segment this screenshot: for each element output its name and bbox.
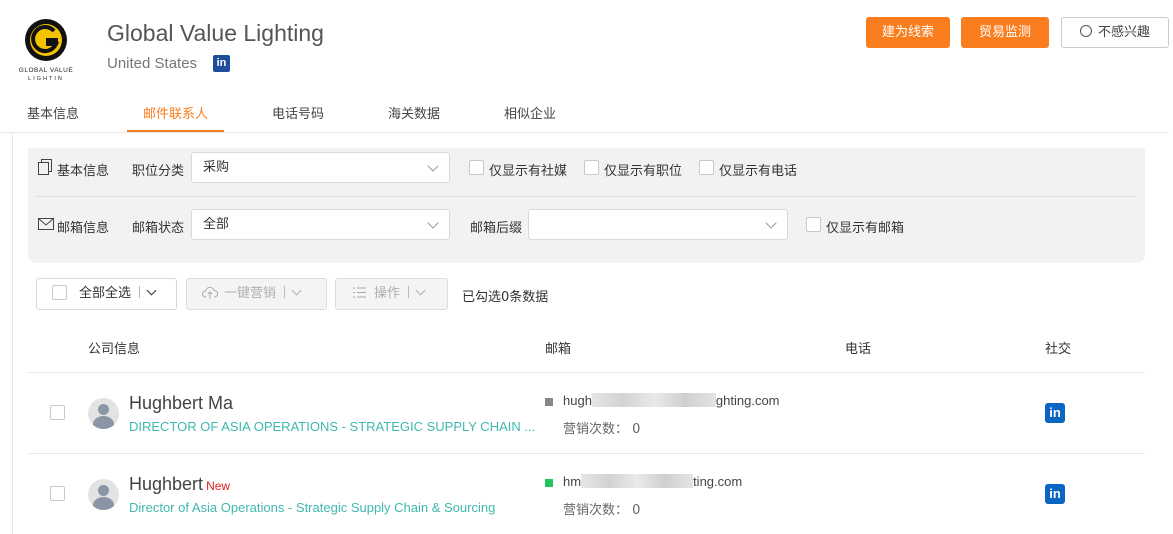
basic-info-section-label: 基本信息: [57, 164, 110, 179]
marketing-count-value: 0: [632, 503, 641, 518]
tab-basic-info[interactable]: 基本信息: [27, 103, 79, 122]
only-social-checkbox[interactable]: [469, 160, 484, 175]
create-lead-button[interactable]: 建为线索: [866, 17, 950, 48]
header-email: 邮箱: [545, 342, 572, 357]
header-company-info: 公司信息: [88, 342, 141, 357]
frown-face-icon: [1079, 25, 1092, 37]
company-name: Global Value Lighting: [107, 20, 324, 46]
only-email-label: 仅显示有邮箱: [826, 221, 905, 236]
list-icon: [353, 280, 366, 310]
only-position-label: 仅显示有职位: [604, 164, 683, 179]
chevron-down-icon: [291, 285, 302, 296]
email-info-section-label: 邮箱信息: [57, 221, 110, 236]
contact-name[interactable]: Hughbert Ma: [129, 393, 233, 414]
email-redaction: [581, 474, 694, 488]
trade-monitor-button[interactable]: 贸易监测: [961, 17, 1049, 48]
active-tab-indicator: [127, 130, 224, 132]
email-status-indicator: [545, 398, 553, 406]
marketing-count-value: 0: [632, 422, 641, 437]
content-border: [12, 133, 13, 534]
contact-title: DIRECTOR OF ASIA OPERATIONS - STRATEGIC …: [129, 419, 536, 434]
only-position-checkbox[interactable]: [584, 160, 599, 175]
email-prefix: hm: [563, 474, 582, 489]
chevron-down-icon: [427, 217, 439, 229]
email-suffix-label: 邮箱后缀: [470, 221, 523, 236]
job-category-select[interactable]: 采购: [191, 152, 450, 183]
email-status-label: 邮箱状态: [132, 221, 185, 236]
linkedin-icon[interactable]: in: [213, 55, 230, 72]
tab-similar-companies[interactable]: 相似企业: [504, 103, 556, 122]
linkedin-icon[interactable]: in: [1045, 403, 1065, 423]
email-status-select[interactable]: 全部: [191, 209, 450, 240]
tab-email-contacts[interactable]: 邮件联系人: [143, 103, 208, 122]
document-icon: [38, 159, 52, 179]
contact-email[interactable]: hugh ghting.com: [563, 393, 780, 408]
table-divider: [28, 372, 1145, 373]
svg-text:LIGHTIN: LIGHTIN: [28, 76, 64, 82]
not-interested-label: 不感兴趣: [1097, 25, 1150, 40]
svg-text:GLOBAL VALUE: GLOBAL VALUE: [19, 67, 74, 74]
marketing-count-label: 营销次数：: [563, 503, 629, 518]
only-phone-checkbox[interactable]: [699, 160, 714, 175]
email-redaction: [591, 393, 716, 407]
chevron-down-icon: [427, 160, 439, 172]
one-click-marketing-label: 一键营销: [224, 286, 277, 301]
email-prefix: hugh: [563, 393, 592, 408]
avatar: [88, 479, 119, 510]
contact-name[interactable]: Hughbert New: [129, 474, 230, 495]
chevron-down-icon: [146, 285, 157, 296]
select-all-label: 全部全选: [79, 286, 132, 301]
contact-title: Director of Asia Operations - Strategic …: [129, 500, 496, 515]
select-all-checkbox[interactable]: [52, 285, 67, 300]
chevron-down-icon: [415, 285, 426, 296]
tab-customs-data[interactable]: 海关数据: [388, 103, 440, 122]
tab-bar: 基本信息 邮件联系人 电话号码 海关数据 相似企业: [0, 92, 1169, 133]
avatar: [88, 398, 119, 429]
email-status-indicator: [545, 479, 553, 487]
email-suffix: ghting.com: [715, 393, 780, 408]
tab-phone-numbers[interactable]: 电话号码: [272, 103, 324, 122]
selected-count: 已勾选0条数据: [462, 290, 549, 305]
marketing-count: 营销次数： 0: [563, 418, 640, 437]
header-phone: 电话: [845, 342, 872, 357]
marketing-count: 营销次数： 0: [563, 499, 640, 518]
select-all-dropdown[interactable]: 全部全选: [36, 278, 177, 310]
one-click-marketing-button[interactable]: 一键营销: [186, 278, 327, 310]
email-suffix-select[interactable]: [528, 209, 788, 240]
new-badge: New: [206, 479, 231, 493]
header-social: 社交: [1045, 342, 1072, 357]
not-interested-button[interactable]: 不感兴趣: [1061, 17, 1169, 48]
row-checkbox[interactable]: [50, 486, 65, 501]
only-phone-label: 仅显示有电话: [719, 164, 798, 179]
row-checkbox[interactable]: [50, 405, 65, 420]
table-divider: [28, 453, 1145, 454]
only-email-checkbox[interactable]: [806, 217, 821, 232]
marketing-count-label: 营销次数：: [563, 422, 629, 437]
operations-button[interactable]: 操作: [335, 278, 448, 310]
job-category-value: 采购: [203, 160, 230, 175]
email-status-value: 全部: [203, 217, 230, 232]
cloud-upload-icon: [202, 281, 219, 311]
filter-divider: [36, 196, 1135, 197]
operations-label: 操作: [374, 286, 401, 301]
only-social-label: 仅显示有社媒: [489, 164, 568, 179]
contact-email[interactable]: hm ting.com: [563, 474, 742, 489]
company-country: United States: [107, 55, 198, 72]
chevron-down-icon: [765, 217, 777, 229]
job-category-label: 职位分类: [132, 164, 185, 179]
linkedin-icon[interactable]: in: [1045, 484, 1065, 504]
email-suffix: ting.com: [693, 474, 743, 489]
contact-name-text: Hughbert: [129, 474, 204, 494]
company-logo: GLOBAL VALUE LIGHTIN: [12, 16, 80, 82]
mail-icon: [38, 218, 54, 234]
